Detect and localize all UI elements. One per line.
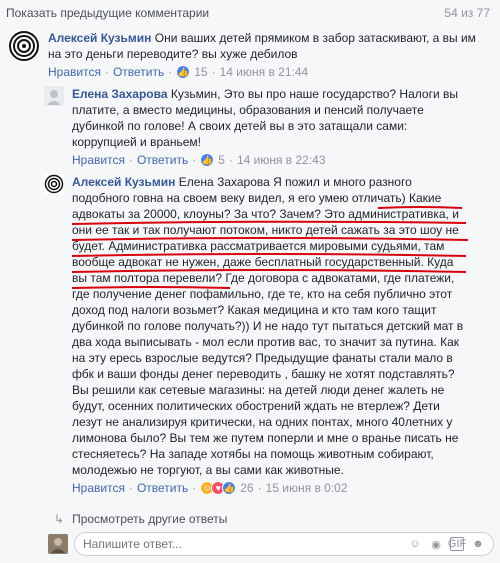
reply-arrow-icon: ↳ (54, 512, 65, 526)
reaction-summary[interactable]: 👍 (200, 153, 215, 167)
timestamp[interactable]: 14 июня в 22:43 (237, 153, 326, 167)
sticker-icon[interactable]: ☻ (471, 537, 485, 551)
reaction-count: 15 (194, 65, 208, 79)
spiral-avatar-icon (8, 30, 40, 62)
comments-header: Показать предыдущие комментарии 54 из 77 (0, 0, 500, 26)
comment-actions: Нравится · Ответить · ☺ ♥ 👍 26 · 15 июня… (72, 481, 348, 495)
user-photo-icon (44, 86, 64, 106)
like-button[interactable]: Нравится (48, 65, 101, 79)
comment-actions: Нравится · Ответить · 👍 5 · 14 июня в 22… (72, 153, 326, 167)
show-previous-comments-link[interactable]: Показать предыдущие комментарии (6, 6, 209, 20)
reaction-summary[interactable]: ☺ ♥ 👍 (200, 481, 237, 495)
gif-icon[interactable]: GIF (448, 537, 466, 551)
reaction-summary[interactable]: 👍 (176, 65, 191, 79)
spiral-avatar-icon (44, 174, 64, 194)
author-name[interactable]: Алексей Кузьмин (72, 175, 175, 189)
reply-input-box: ☺ ◉ GIF ☻ (74, 532, 494, 556)
author-name[interactable]: Алексей Кузьмин (48, 31, 151, 45)
comment: Алексей Кузьмин Они ваших детей прямиком… (8, 30, 494, 79)
comment-count: 54 из 77 (444, 6, 490, 20)
reply-button[interactable]: Ответить (137, 153, 188, 167)
reaction-count: 5 (218, 153, 225, 167)
like-reaction-icon: 👍 (176, 65, 191, 79)
comment-actions: Нравится · Ответить · 👍 15 · 14 июня в 2… (48, 65, 309, 79)
reaction-count: 26 (240, 481, 254, 495)
timestamp[interactable]: 14 июня в 21:44 (220, 65, 309, 79)
timestamp[interactable]: 15 июня в 0:02 (266, 481, 348, 495)
like-button[interactable]: Нравится (72, 481, 125, 495)
like-reaction-icon: 👍 (222, 481, 237, 495)
avatar[interactable] (44, 174, 64, 194)
avatar[interactable] (8, 30, 40, 62)
reply-input[interactable] (83, 537, 401, 551)
like-reaction-icon: 👍 (200, 153, 215, 167)
current-user-avatar (48, 534, 68, 554)
emoji-icon[interactable]: ☺ (408, 537, 422, 551)
comment-text: Елена Захарова Кузьмин, Это вы про наше … (72, 87, 458, 149)
reply-button[interactable]: Ответить (113, 65, 164, 79)
view-more-replies-link[interactable]: ↳ Просмотреть другие ответы (54, 512, 227, 526)
user-photo-icon (48, 534, 68, 554)
reply-composer: ☺ ◉ GIF ☻ (48, 532, 494, 556)
reply-button[interactable]: Ответить (137, 481, 188, 495)
like-button[interactable]: Нравится (72, 153, 125, 167)
avatar[interactable] (44, 86, 64, 106)
reply-comment: Елена Захарова Кузьмин, Это вы про наше … (44, 86, 494, 167)
camera-icon[interactable]: ◉ (429, 537, 443, 551)
comment-text: Алексей Кузьмин Они ваших детей прямиком… (48, 31, 476, 61)
reply-comment: Алексей Кузьмин Елена Захарова Я пожил и… (44, 174, 494, 495)
author-name[interactable]: Елена Захарова (72, 87, 168, 101)
comment-text: Алексей Кузьмин Елена Захарова Я пожил и… (72, 175, 464, 477)
